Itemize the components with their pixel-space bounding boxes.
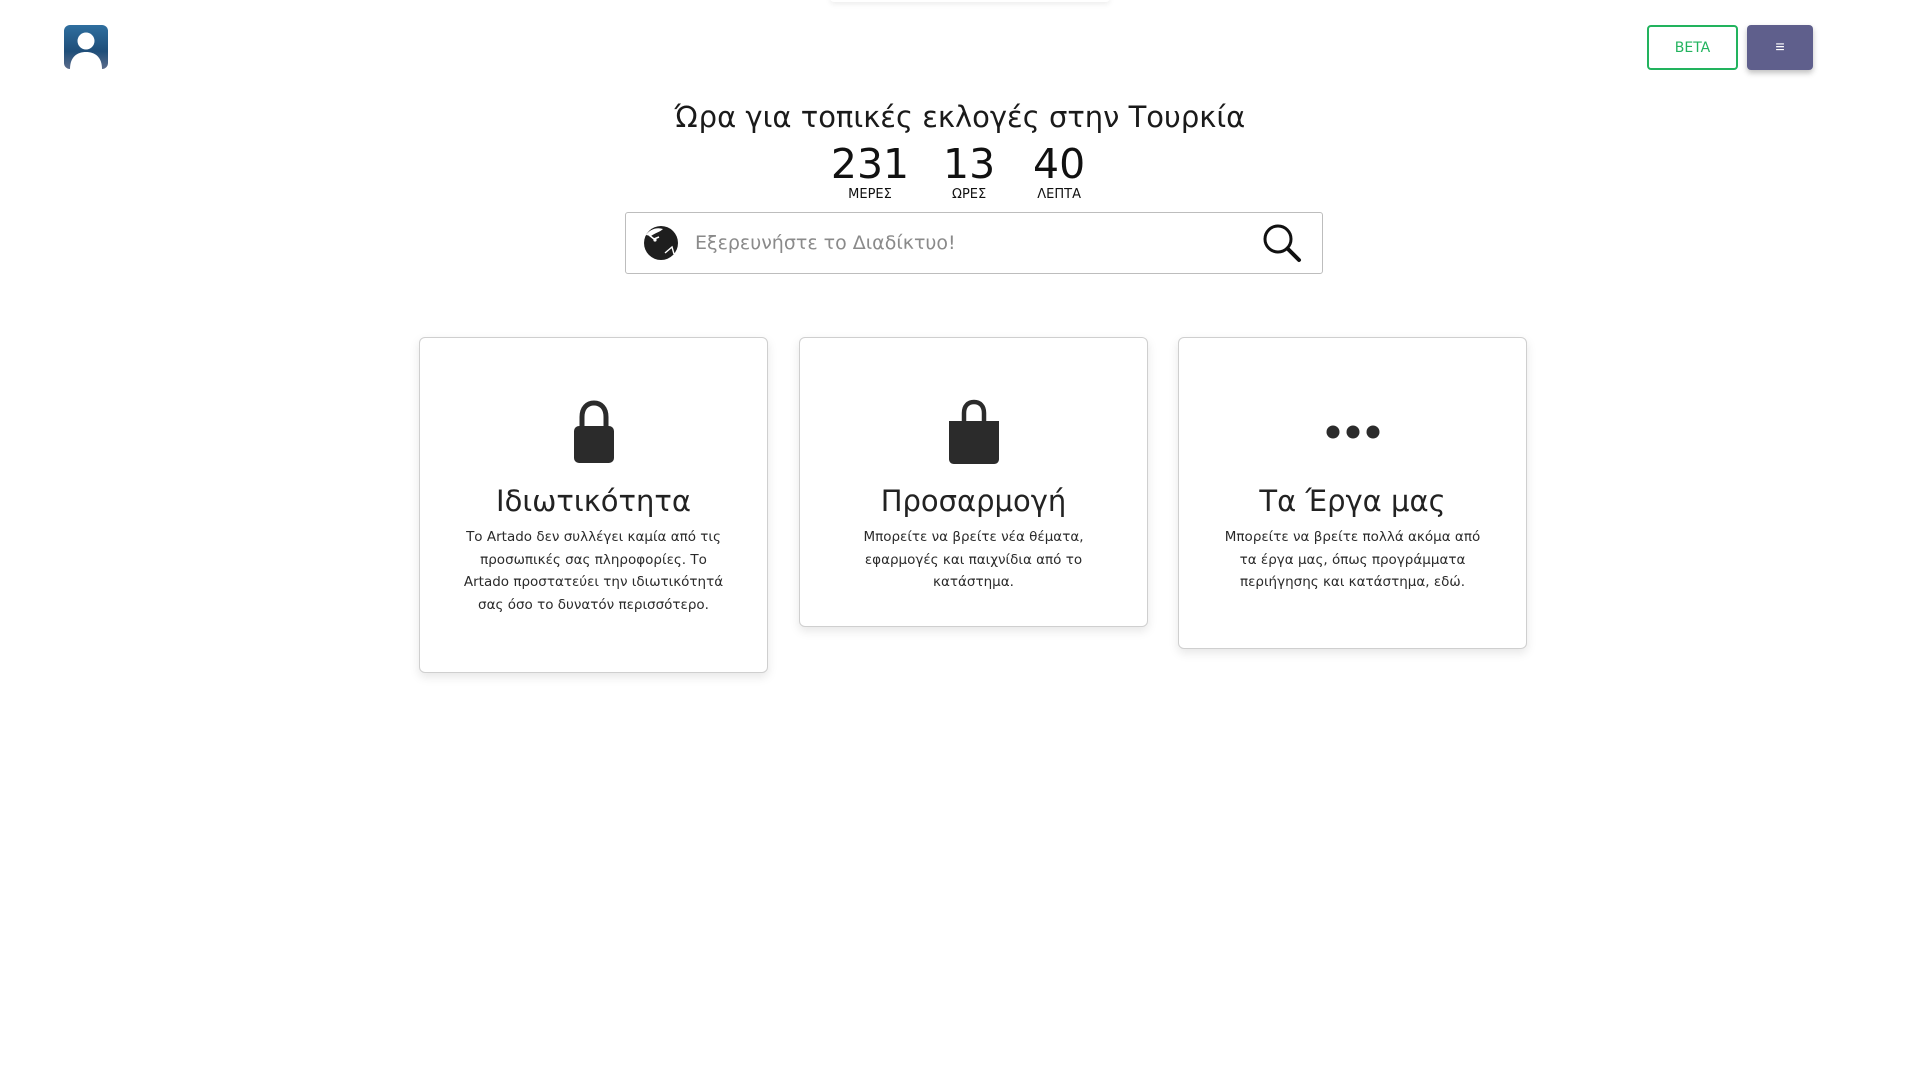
countdown-days: 231 ΜΕΡΕΣ bbox=[831, 143, 909, 203]
user-avatar-button[interactable] bbox=[64, 25, 108, 69]
more-dots-icon bbox=[1217, 398, 1488, 466]
lock-icon bbox=[458, 398, 729, 466]
countdown-hours-value: 13 bbox=[943, 140, 996, 188]
projects-card[interactable]: Τα Έργα μας Μπορείτε να βρείτε πολλά ακό… bbox=[1178, 337, 1527, 649]
search-icon bbox=[1263, 224, 1301, 262]
artado-logo-icon bbox=[644, 226, 678, 260]
user-icon bbox=[70, 32, 102, 69]
card-text: Μπορείτε να βρείτε νέα θέματα, εφαρμογές… bbox=[863, 529, 1084, 590]
card-title: Τα Έργα μας bbox=[1259, 484, 1446, 518]
search-input[interactable] bbox=[695, 223, 1260, 263]
beta-button[interactable]: BETA bbox=[1647, 25, 1738, 70]
countdown-minutes-value: 40 bbox=[1033, 140, 1086, 188]
page: BETA ≡ Ώρα για τοπικές εκλογές στην Τουρ… bbox=[0, 0, 1920, 1080]
search-button[interactable] bbox=[1260, 221, 1304, 265]
countdown-days-value: 231 bbox=[830, 140, 910, 188]
top-shadow-strip bbox=[830, 0, 1110, 2]
countdown-hours-label: ΩΡΕΣ bbox=[952, 187, 987, 202]
customization-card[interactable]: Προσαρμογή Μπορείτε να βρείτε νέα θέματα… bbox=[799, 337, 1148, 627]
card-title: Προσαρμογή bbox=[880, 484, 1067, 518]
card-text: Μπορείτε να βρείτε πολλά ακόμα από τα έρ… bbox=[1224, 529, 1481, 590]
countdown-minutes-label: ΛΕΠΤΑ bbox=[1037, 187, 1081, 202]
page-title: Ώρα για τοπικές εκλογές στην Τουρκία bbox=[674, 100, 1246, 134]
search-bar bbox=[625, 212, 1323, 274]
card-text: Το Artado δεν συλλέγει καμία από τις προ… bbox=[463, 529, 724, 613]
privacy-card[interactable]: Ιδιωτικότητα Το Artado δεν συλλέγει καμί… bbox=[419, 337, 768, 673]
card-title: Ιδιωτικότητα bbox=[496, 484, 691, 518]
menu-button[interactable]: ≡ bbox=[1747, 25, 1813, 70]
countdown-hours: 13 ΩΡΕΣ bbox=[939, 143, 999, 203]
countdown: 231 ΜΕΡΕΣ 13 ΩΡΕΣ 40 ΛΕΠΤΑ bbox=[0, 143, 1920, 203]
countdown-days-label: ΜΕΡΕΣ bbox=[848, 187, 892, 202]
shopping-bag-icon bbox=[838, 398, 1109, 466]
countdown-minutes: 40 ΛΕΠΤΑ bbox=[1029, 143, 1089, 203]
